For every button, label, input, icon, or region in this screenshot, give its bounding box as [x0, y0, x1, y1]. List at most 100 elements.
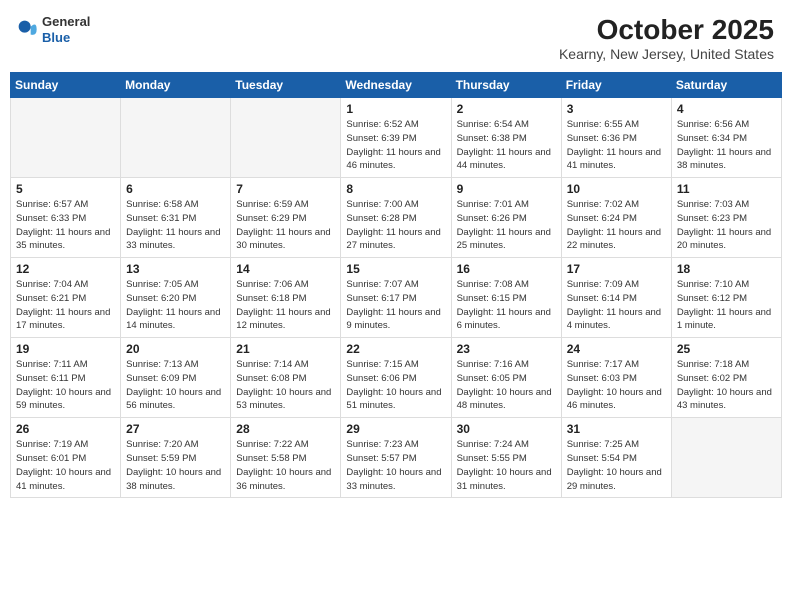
logo: General Blue — [18, 14, 90, 45]
day-number: 16 — [457, 262, 556, 276]
calendar-cell: 10Sunrise: 7:02 AMSunset: 6:24 PMDayligh… — [561, 178, 671, 258]
day-number: 19 — [16, 342, 115, 356]
day-number: 27 — [126, 422, 225, 436]
day-number: 6 — [126, 182, 225, 196]
calendar-cell: 6 Sunrise: 6:58 AMSunset: 6:31 PMDaylight… — [121, 178, 231, 258]
day-info: Sunrise: 6:54 AMSunset: 6:38 PMDaylight:… — [457, 118, 556, 173]
day-info: Sunrise: 7:20 AMSunset: 5:59 PMDaylight:… — [126, 438, 225, 493]
day-number: 7 — [236, 182, 335, 196]
day-info: Sunrise: 6:58 AMSunset: 6:31 PMDaylight:… — [126, 198, 225, 253]
calendar-cell: 17 Sunrise: 7:09 AMSunset: 6:14 PMDayligh… — [561, 258, 671, 338]
calendar-table: Sunday Monday Tuesday Wednesday Thursday… — [10, 72, 782, 498]
calendar-cell: 26 Sunrise: 7:19 AMSunset: 6:01 PMDayligh… — [11, 418, 121, 498]
calendar-cell — [671, 418, 781, 498]
day-info: Sunrise: 7:13 AMSunset: 6:09 PMDaylight:… — [126, 358, 225, 413]
day-info: Sunrise: 7:00 AMSunset: 6:28 PMDaylight:… — [346, 198, 445, 253]
day-info: Sunrise: 7:07 AMSunset: 6:17 PMDaylight:… — [346, 278, 445, 333]
month-title: October 2025 — [559, 14, 774, 46]
col-friday: Friday — [561, 73, 671, 98]
col-thursday: Thursday — [451, 73, 561, 98]
day-number: 21 — [236, 342, 335, 356]
day-number: 1 — [346, 102, 445, 116]
title-block: October 2025 Kearny, New Jersey, United … — [559, 14, 774, 62]
day-info: Sunrise: 7:23 AMSunset: 5:57 PMDaylight:… — [346, 438, 445, 493]
calendar-week-row-1: 5 Sunrise: 6:57 AMSunset: 6:33 PMDaylight… — [11, 178, 782, 258]
day-number: 5 — [16, 182, 115, 196]
logo-text: General Blue — [42, 14, 90, 45]
calendar-cell: 2 Sunrise: 6:54 AMSunset: 6:38 PMDaylight… — [451, 98, 561, 178]
logo-general-text: General — [42, 14, 90, 30]
calendar-cell: 4Sunrise: 6:56 AMSunset: 6:34 PMDaylight… — [671, 98, 781, 178]
calendar-cell: 1 Sunrise: 6:52 AMSunset: 6:39 PMDaylight… — [341, 98, 451, 178]
day-number: 15 — [346, 262, 445, 276]
day-number: 12 — [16, 262, 115, 276]
calendar-cell: 14 Sunrise: 7:06 AMSunset: 6:18 PMDayligh… — [231, 258, 341, 338]
day-info: Sunrise: 6:57 AMSunset: 6:33 PMDaylight:… — [16, 198, 115, 253]
day-number: 8 — [346, 182, 445, 196]
calendar-cell: 9 Sunrise: 7:01 AMSunset: 6:26 PMDaylight… — [451, 178, 561, 258]
logo-icon — [18, 20, 38, 40]
calendar-cell: 8 Sunrise: 7:00 AMSunset: 6:28 PMDaylight… — [341, 178, 451, 258]
calendar-cell: 20 Sunrise: 7:13 AMSunset: 6:09 PMDayligh… — [121, 338, 231, 418]
col-monday: Monday — [121, 73, 231, 98]
day-number: 28 — [236, 422, 335, 436]
col-saturday: Saturday — [671, 73, 781, 98]
day-info: Sunrise: 7:02 AMSunset: 6:24 PMDaylight:… — [567, 198, 666, 253]
day-info: Sunrise: 7:11 AMSunset: 6:11 PMDaylight:… — [16, 358, 115, 413]
day-info: Sunrise: 7:25 AMSunset: 5:54 PMDaylight:… — [567, 438, 666, 493]
day-info: Sunrise: 7:19 AMSunset: 6:01 PMDaylight:… — [16, 438, 115, 493]
calendar-cell — [11, 98, 121, 178]
day-number: 29 — [346, 422, 445, 436]
day-number: 9 — [457, 182, 556, 196]
calendar-cell — [231, 98, 341, 178]
day-info: Sunrise: 7:05 AMSunset: 6:20 PMDaylight:… — [126, 278, 225, 333]
day-number: 26 — [16, 422, 115, 436]
day-info: Sunrise: 6:52 AMSunset: 6:39 PMDaylight:… — [346, 118, 445, 173]
day-info: Sunrise: 6:55 AMSunset: 6:36 PMDaylight:… — [567, 118, 666, 173]
day-info: Sunrise: 7:17 AMSunset: 6:03 PMDaylight:… — [567, 358, 666, 413]
calendar-cell: 7 Sunrise: 6:59 AMSunset: 6:29 PMDaylight… — [231, 178, 341, 258]
day-number: 20 — [126, 342, 225, 356]
day-number: 2 — [457, 102, 556, 116]
day-number: 14 — [236, 262, 335, 276]
calendar-week-row-2: 12 Sunrise: 7:04 AMSunset: 6:21 PMDayligh… — [11, 258, 782, 338]
day-info: Sunrise: 7:06 AMSunset: 6:18 PMDaylight:… — [236, 278, 335, 333]
day-info: Sunrise: 7:10 AMSunset: 6:12 PMDaylight:… — [677, 278, 776, 333]
day-info: Sunrise: 7:09 AMSunset: 6:14 PMDaylight:… — [567, 278, 666, 333]
calendar-cell: 21 Sunrise: 7:14 AMSunset: 6:08 PMDayligh… — [231, 338, 341, 418]
day-info: Sunrise: 7:04 AMSunset: 6:21 PMDaylight:… — [16, 278, 115, 333]
day-info: Sunrise: 7:16 AMSunset: 6:05 PMDaylight:… — [457, 358, 556, 413]
day-number: 24 — [567, 342, 666, 356]
day-info: Sunrise: 7:24 AMSunset: 5:55 PMDaylight:… — [457, 438, 556, 493]
day-info: Sunrise: 7:01 AMSunset: 6:26 PMDaylight:… — [457, 198, 556, 253]
calendar-header-row: Sunday Monday Tuesday Wednesday Thursday… — [11, 73, 782, 98]
day-info: Sunrise: 7:14 AMSunset: 6:08 PMDaylight:… — [236, 358, 335, 413]
calendar-cell: 12 Sunrise: 7:04 AMSunset: 6:21 PMDayligh… — [11, 258, 121, 338]
calendar-cell: 22Sunrise: 7:15 AMSunset: 6:06 PMDayligh… — [341, 338, 451, 418]
calendar-cell: 18 Sunrise: 7:10 AMSunset: 6:12 PMDayligh… — [671, 258, 781, 338]
day-number: 23 — [457, 342, 556, 356]
calendar-cell: 11Sunrise: 7:03 AMSunset: 6:23 PMDayligh… — [671, 178, 781, 258]
calendar-cell: 29 Sunrise: 7:23 AMSunset: 5:57 PMDayligh… — [341, 418, 451, 498]
col-wednesday: Wednesday — [341, 73, 451, 98]
col-tuesday: Tuesday — [231, 73, 341, 98]
calendar-cell: 23 Sunrise: 7:16 AMSunset: 6:05 PMDayligh… — [451, 338, 561, 418]
calendar-cell: 28Sunrise: 7:22 AMSunset: 5:58 PMDayligh… — [231, 418, 341, 498]
day-number: 17 — [567, 262, 666, 276]
day-number: 18 — [677, 262, 776, 276]
logo-blue-text: Blue — [42, 30, 90, 46]
day-number: 25 — [677, 342, 776, 356]
calendar-cell: 3 Sunrise: 6:55 AMSunset: 6:36 PMDaylight… — [561, 98, 671, 178]
day-number: 3 — [567, 102, 666, 116]
page-header: General Blue October 2025 Kearny, New Je… — [10, 10, 782, 66]
calendar-week-row-4: 26 Sunrise: 7:19 AMSunset: 6:01 PMDayligh… — [11, 418, 782, 498]
day-number: 31 — [567, 422, 666, 436]
day-number: 4 — [677, 102, 776, 116]
day-info: Sunrise: 6:59 AMSunset: 6:29 PMDaylight:… — [236, 198, 335, 253]
calendar-cell — [121, 98, 231, 178]
calendar-cell: 24 Sunrise: 7:17 AMSunset: 6:03 PMDayligh… — [561, 338, 671, 418]
calendar-week-row-0: 1 Sunrise: 6:52 AMSunset: 6:39 PMDaylight… — [11, 98, 782, 178]
day-info: Sunrise: 7:03 AMSunset: 6:23 PMDaylight:… — [677, 198, 776, 253]
day-info: Sunrise: 7:18 AMSunset: 6:02 PMDaylight:… — [677, 358, 776, 413]
col-sunday: Sunday — [11, 73, 121, 98]
